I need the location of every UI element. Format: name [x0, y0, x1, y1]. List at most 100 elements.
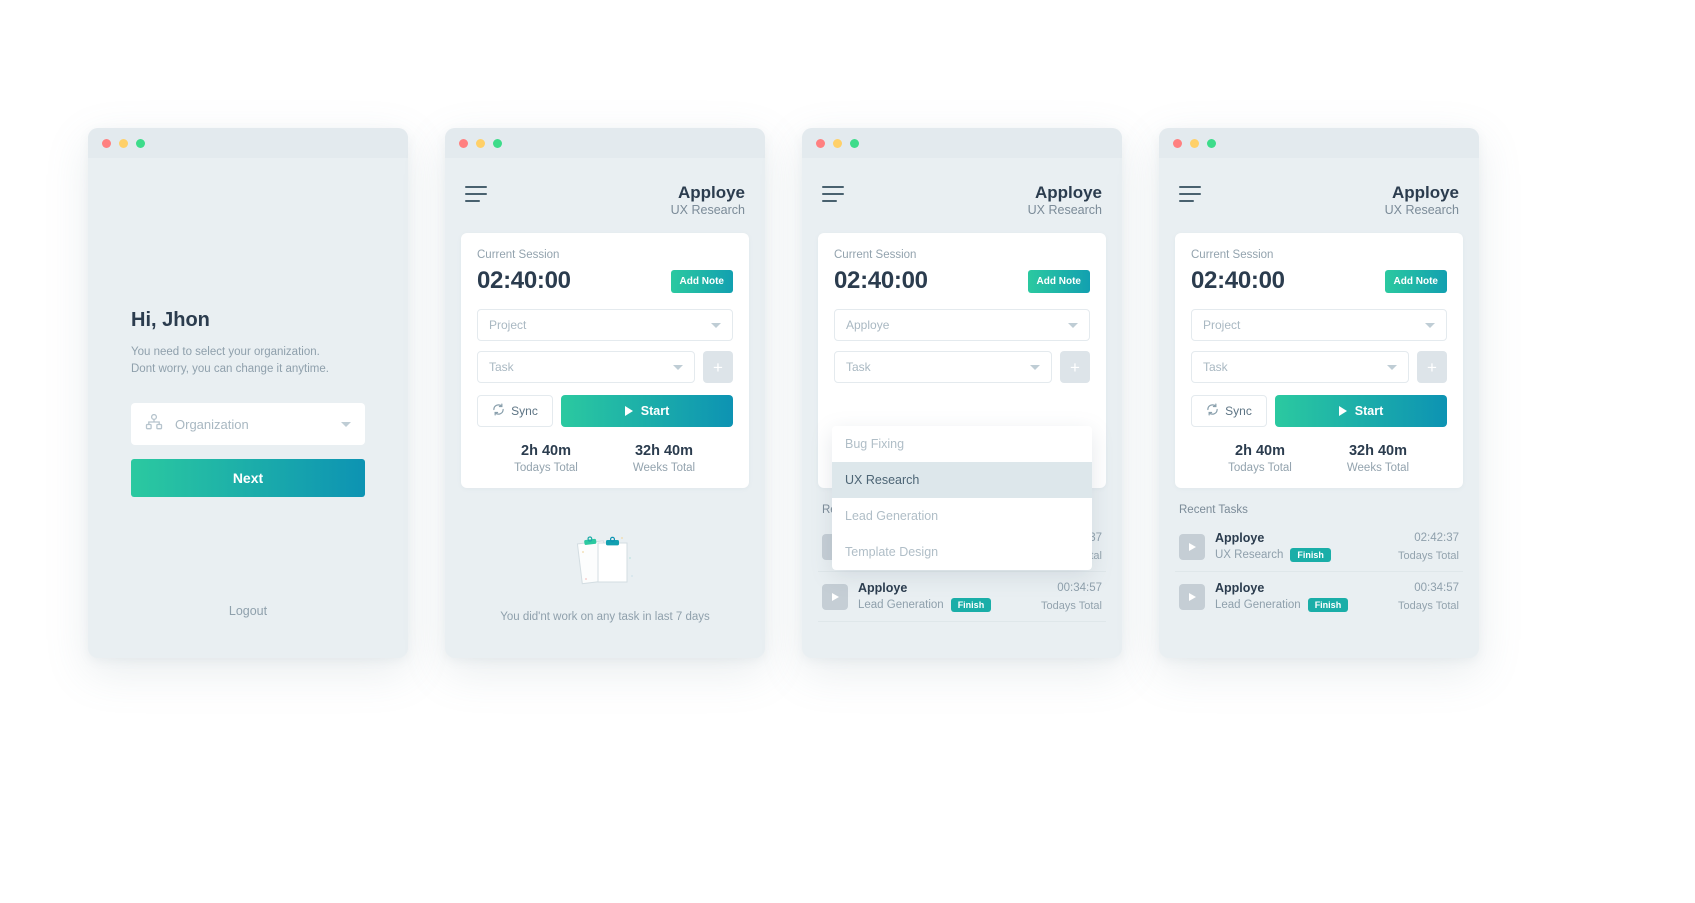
project-value: Project	[1203, 318, 1425, 332]
total-today: 2h 40m Todays Total	[487, 443, 605, 474]
sync-label: Sync	[511, 404, 538, 418]
current-session-card: Current Session 02:40:00 Add Note Projec…	[461, 233, 749, 488]
status-badge[interactable]: Finish	[951, 598, 992, 612]
play-icon[interactable]	[1179, 584, 1205, 610]
close-icon[interactable]	[102, 139, 111, 148]
project-select[interactable]: Apploye	[834, 309, 1090, 341]
totals-row: 2h 40m Todays Total 32h 40m Weeks Total	[1191, 443, 1447, 474]
window-tracker-full: Apploye UX Research Current Session 02:4…	[1159, 128, 1479, 658]
minimize-icon[interactable]	[476, 139, 485, 148]
sync-button[interactable]: Sync	[477, 395, 553, 427]
maximize-icon[interactable]	[493, 139, 502, 148]
task-row[interactable]: Apploye Lead Generation Finish 00:34:57 …	[818, 572, 1106, 622]
minimize-icon[interactable]	[833, 139, 842, 148]
task-row[interactable]: Apploye Lead Generation Finish 00:34:57 …	[1175, 572, 1463, 621]
sync-button[interactable]: Sync	[1191, 395, 1267, 427]
task-total-label: Todays Total	[1398, 600, 1459, 612]
clipboard-icon	[573, 579, 637, 596]
start-button[interactable]: Start	[561, 395, 733, 427]
sync-label: Sync	[1225, 404, 1252, 418]
task-value: Task	[1203, 360, 1387, 374]
screen-organization: Hi, Jhon You need to select your organiz…	[88, 158, 408, 658]
dropdown-option-template-design[interactable]: Template Design	[832, 534, 1092, 570]
play-icon[interactable]	[1179, 534, 1205, 560]
start-button[interactable]: Start	[1275, 395, 1447, 427]
window-tracker-empty: Apploye UX Research Current Session 02:4…	[445, 128, 765, 658]
window-titlebar	[802, 128, 1122, 158]
brand-name: Apploye	[671, 182, 745, 203]
dropdown-option-bug-fixing[interactable]: Bug Fixing	[832, 426, 1092, 462]
next-button[interactable]: Next	[131, 459, 365, 497]
add-note-button[interactable]: Add Note	[1028, 270, 1090, 293]
close-icon[interactable]	[1173, 139, 1182, 148]
page-title: Hi, Jhon	[104, 309, 392, 332]
play-icon[interactable]	[822, 584, 848, 610]
session-timer: 02:40:00	[834, 267, 928, 295]
app-header: Apploye UX Research	[1175, 158, 1463, 233]
sync-icon	[492, 403, 505, 419]
maximize-icon[interactable]	[850, 139, 859, 148]
org-chart-icon	[145, 414, 163, 435]
project-select[interactable]: Project	[477, 309, 733, 341]
menu-icon[interactable]	[1179, 182, 1201, 202]
task-select[interactable]: Task	[834, 351, 1052, 383]
session-label: Current Session	[477, 249, 733, 261]
task-value: Task	[489, 360, 673, 374]
dropdown-option-lead-generation[interactable]: Lead Generation	[832, 498, 1092, 534]
organization-value: Organization	[175, 417, 329, 432]
start-label: Start	[1355, 404, 1383, 418]
minimize-icon[interactable]	[1190, 139, 1199, 148]
status-badge[interactable]: Finish	[1290, 548, 1331, 562]
close-icon[interactable]	[816, 139, 825, 148]
close-icon[interactable]	[459, 139, 468, 148]
project-value: Apploye	[846, 318, 1068, 332]
add-task-button[interactable]: +	[1417, 351, 1447, 383]
empty-state: You did'nt work on any task in last 7 da…	[461, 532, 749, 623]
total-today-value: 2h 40m	[1201, 443, 1319, 459]
task-time: 02:42:37	[1398, 532, 1459, 544]
task-project: Lead Generation	[858, 599, 944, 611]
logout-link[interactable]: Logout	[88, 604, 408, 618]
chevron-down-icon	[711, 323, 721, 328]
task-select[interactable]: Task	[477, 351, 695, 383]
brand-name: Apploye	[1385, 182, 1459, 203]
total-week: 32h 40m Weeks Total	[1319, 443, 1437, 474]
dropdown-option-ux-research[interactable]: UX Research	[832, 462, 1092, 498]
task-name: Apploye	[1215, 531, 1388, 545]
project-select[interactable]: Project	[1191, 309, 1447, 341]
task-total-label: Todays Total	[1398, 550, 1459, 562]
task-total-label: Todays Total	[1041, 600, 1102, 612]
window-titlebar	[88, 128, 408, 158]
task-time: 00:34:57	[1398, 582, 1459, 594]
brand-subtitle: UX Research	[1028, 203, 1102, 217]
task-dropdown-menu: Bug Fixing UX Research Lead Generation T…	[832, 426, 1092, 570]
maximize-icon[interactable]	[1207, 139, 1216, 148]
chevron-down-icon	[1425, 323, 1435, 328]
task-project: UX Research	[1215, 549, 1283, 561]
play-icon	[625, 406, 633, 416]
add-note-button[interactable]: Add Note	[1385, 270, 1447, 293]
add-task-button[interactable]: +	[703, 351, 733, 383]
minimize-icon[interactable]	[119, 139, 128, 148]
total-today-label: Todays Total	[1201, 462, 1319, 474]
total-week-label: Weeks Total	[605, 462, 723, 474]
total-week-label: Weeks Total	[1319, 462, 1437, 474]
window-tracker-dropdown: Apploye UX Research Current Session 02:4…	[802, 128, 1122, 658]
add-note-button[interactable]: Add Note	[671, 270, 733, 293]
organization-select[interactable]: Organization	[131, 403, 365, 445]
screen-tracker-dropdown: Apploye UX Research Current Session 02:4…	[802, 158, 1122, 658]
task-row[interactable]: Apploye UX Research Finish 02:42:37 Toda…	[1175, 522, 1463, 572]
add-task-button[interactable]: +	[1060, 351, 1090, 383]
brand: Apploye UX Research	[671, 182, 745, 217]
screenshot-canvas: Hi, Jhon You need to select your organiz…	[0, 0, 1695, 903]
task-value: Task	[846, 360, 1030, 374]
brand-name: Apploye	[1028, 182, 1102, 203]
window-titlebar	[1159, 128, 1479, 158]
maximize-icon[interactable]	[136, 139, 145, 148]
recent-tasks-title: Recent Tasks	[1179, 504, 1463, 516]
task-select[interactable]: Task	[1191, 351, 1409, 383]
status-badge[interactable]: Finish	[1308, 598, 1349, 612]
app-header: Apploye UX Research	[818, 158, 1106, 233]
menu-icon[interactable]	[822, 182, 844, 202]
menu-icon[interactable]	[465, 182, 487, 202]
